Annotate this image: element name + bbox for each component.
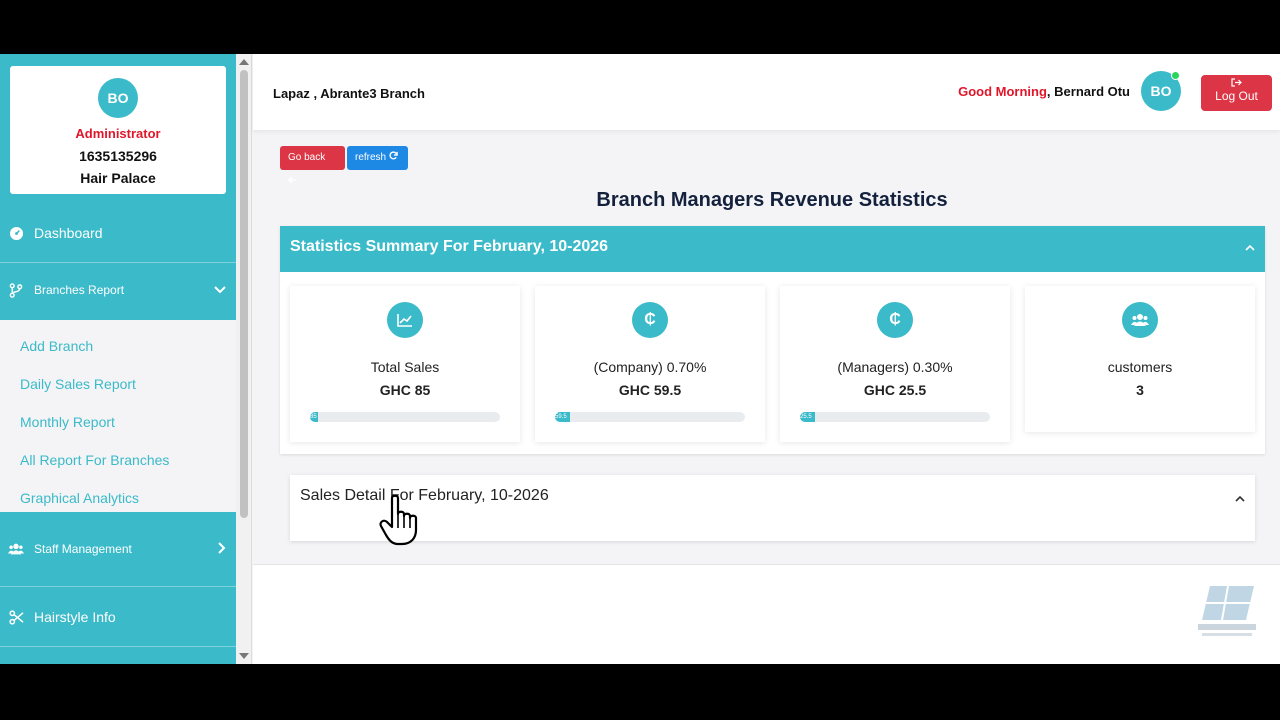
scissors-icon <box>8 609 24 625</box>
stat-progress-bar: 59.5 <box>555 412 745 422</box>
scroll-down-arrow-icon[interactable] <box>239 653 249 659</box>
submenu-item-add-branch[interactable]: Add Branch <box>20 338 93 354</box>
sidebar-item-staff-management[interactable]: Staff Management <box>0 526 236 572</box>
scroll-up-arrow-icon[interactable] <box>239 59 249 65</box>
stat-progress-label: 59.5 <box>555 414 567 420</box>
sidebar-item-branches-report[interactable]: Branches Report <box>0 267 236 313</box>
stat-progress-fill: 59.5 <box>555 412 571 422</box>
nav-divider <box>0 262 236 263</box>
stat-progress-fill: 25.5 <box>800 412 816 422</box>
watermark-logo <box>1196 582 1258 640</box>
submenu-item-graphical-analytics[interactable]: Graphical Analytics <box>20 490 139 506</box>
sidebar-item-label: Hairstyle Info <box>34 609 116 625</box>
refresh-button[interactable]: refresh <box>347 146 408 170</box>
cedi-icon: ₵ <box>877 302 913 338</box>
branch-name: Lapaz , Abrante3 Branch <box>273 86 425 101</box>
stat-card-total-sales: Total Sales GHC 85 85 <box>290 286 520 442</box>
sidebar-item-dashboard[interactable]: Dashboard <box>0 210 236 256</box>
sidebar-item-label: Dashboard <box>34 225 103 241</box>
page-title: Branch Managers Revenue Statistics <box>596 189 948 211</box>
branches-submenu: Add Branch Daily Sales Report Monthly Re… <box>0 320 236 512</box>
stat-progress-label: 25.5 <box>800 414 812 420</box>
logout-label: Log Out <box>1215 89 1258 103</box>
statistics-summary-title: Statistics Summary For February, 10-2026 <box>290 238 609 255</box>
stat-card-customers: customers 3 <box>1025 286 1255 432</box>
stat-label: Total Sales <box>370 359 440 375</box>
stat-progress-fill: 85 <box>310 412 318 422</box>
stat-value: GHC 25.5 <box>863 382 927 398</box>
go-back-button[interactable]: Go back <box>280 146 345 184</box>
statistics-summary-card: Statistics Summary For February, 10-2026… <box>280 226 1265 454</box>
chevron-up-icon[interactable] <box>1235 491 1245 505</box>
mouse-cursor-hand-icon <box>378 494 420 551</box>
arrow-left-icon <box>287 176 297 187</box>
greeting-text: Good Morning <box>958 84 1047 99</box>
statistics-summary-header[interactable]: Statistics Summary For February, 10-2026 <box>280 226 1265 272</box>
top-header: Lapaz , Abrante3 Branch Good Morning, Be… <box>253 54 1280 130</box>
chevron-down-icon <box>214 283 226 297</box>
stat-progress-label: 85 <box>310 414 317 420</box>
profile-shop: Hair Palace <box>80 170 156 186</box>
sidebar-item-label: Branches Report <box>34 283 125 297</box>
stat-label: customers <box>1107 359 1173 375</box>
stat-label: (Company) 0.70% <box>593 359 707 375</box>
sidebar-item-hairstyle-info[interactable]: Hairstyle Info <box>0 594 236 640</box>
profile-avatar: BO <box>98 78 138 118</box>
users-icon <box>8 541 24 557</box>
sidebar-item-label: Staff Management <box>34 542 132 556</box>
stat-progress-bar: 85 <box>310 412 500 422</box>
scrollbar-thumb[interactable] <box>240 70 248 518</box>
chevron-right-icon <box>218 541 226 557</box>
user-name: Bernard Otu <box>1054 84 1130 99</box>
sales-detail-card[interactable]: Sales Detail For February, 10-2026 <box>290 475 1255 541</box>
sidebar: BO Administrator 1635135296 Hair Palace … <box>0 54 236 664</box>
stat-card-company-share: ₵ (Company) 0.70% GHC 59.5 59.5 <box>535 286 765 442</box>
nav-divider <box>0 646 236 647</box>
greeting: Good Morning, Bernard Otu <box>958 84 1130 99</box>
cedi-icon: ₵ <box>632 302 668 338</box>
profile-phone: 1635135296 <box>79 148 157 164</box>
branch-icon <box>8 282 24 298</box>
app-window: BO Administrator 1635135296 Hair Palace … <box>0 54 1280 664</box>
stat-value: 3 <box>1136 382 1144 398</box>
refresh-icon <box>389 151 398 163</box>
profile-card: BO Administrator 1635135296 Hair Palace <box>10 66 226 194</box>
logout-button[interactable]: Log Out <box>1201 75 1272 111</box>
dashboard-icon <box>8 225 24 241</box>
refresh-label: refresh <box>355 152 387 163</box>
chevron-up-icon[interactable] <box>1245 240 1255 254</box>
nav-divider <box>0 586 236 587</box>
submenu-item-monthly-report[interactable]: Monthly Report <box>20 414 115 430</box>
stat-label: (Managers) 0.30% <box>837 359 953 375</box>
sales-detail-title: Sales Detail For February, 10-2026 <box>300 487 549 504</box>
users-icon <box>1122 302 1158 338</box>
stat-value: GHC 59.5 <box>618 382 682 398</box>
stat-value: GHC 85 <box>379 382 431 398</box>
content-empty-area <box>253 565 1280 664</box>
profile-role: Administrator <box>75 126 161 141</box>
chart-line-icon <box>387 302 423 338</box>
sidebar-scrollbar[interactable] <box>236 54 252 664</box>
online-status-dot <box>1171 71 1180 80</box>
go-back-label: Go back <box>288 152 326 163</box>
stat-card-managers-share: ₵ (Managers) 0.30% GHC 25.5 25.5 <box>780 286 1010 442</box>
submenu-item-daily-sales-report[interactable]: Daily Sales Report <box>20 376 136 392</box>
submenu-item-all-report[interactable]: All Report For Branches <box>20 452 169 468</box>
stat-progress-bar: 25.5 <box>800 412 990 422</box>
